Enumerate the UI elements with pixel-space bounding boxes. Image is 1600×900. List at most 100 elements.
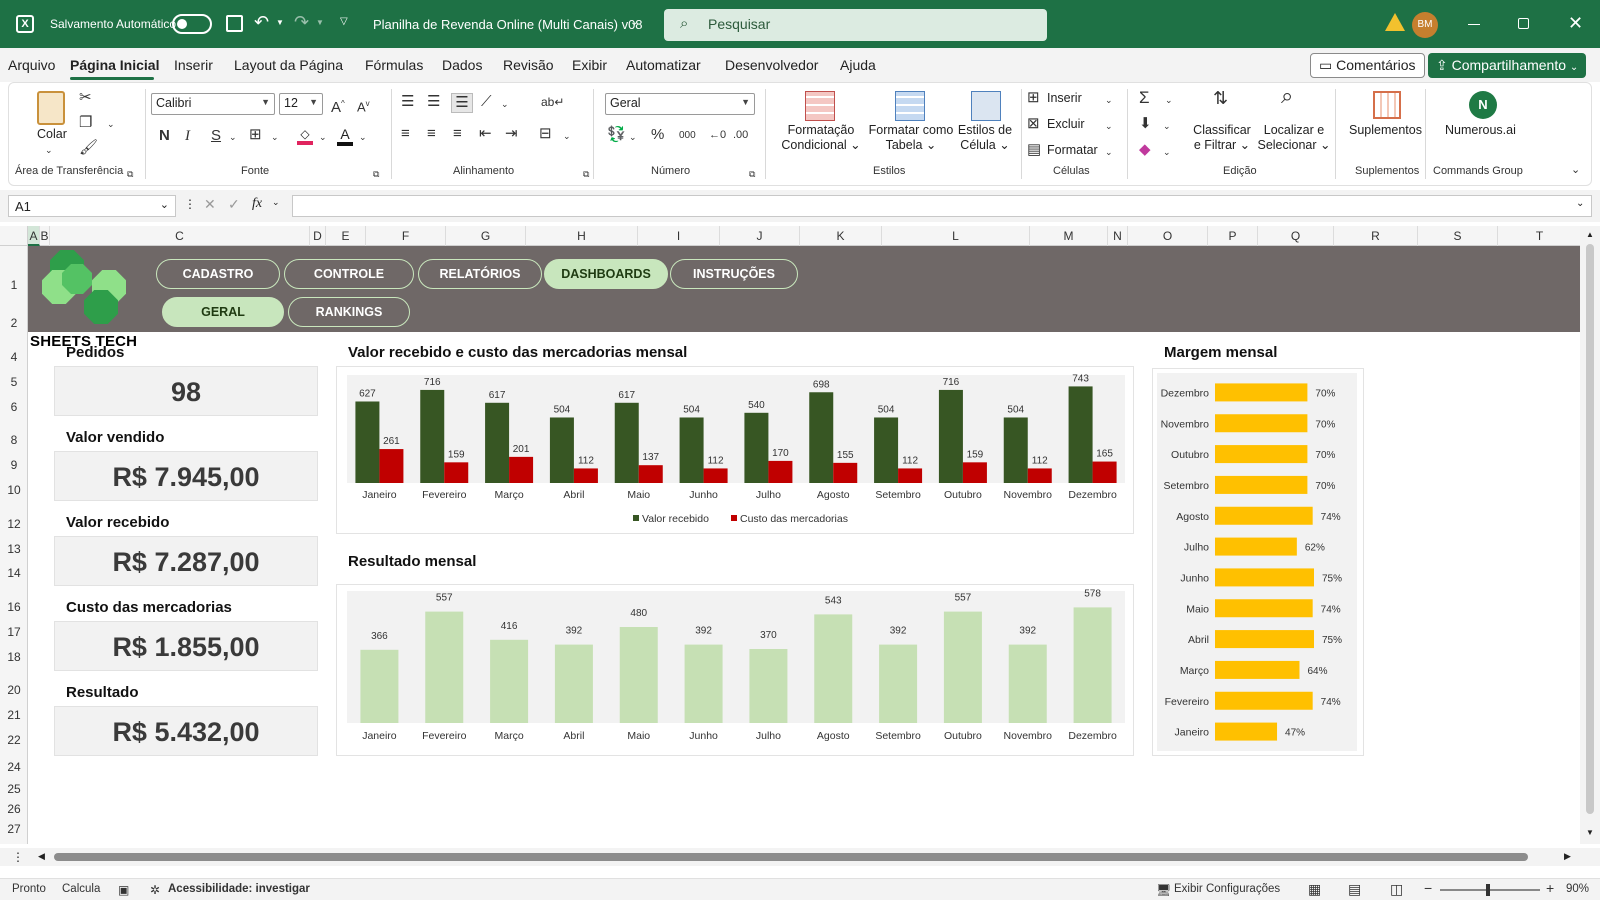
borders-icon[interactable]: ⊞ bbox=[249, 126, 262, 144]
column-header[interactable]: K bbox=[800, 226, 882, 246]
increase-decimal-icon[interactable]: ←0 bbox=[709, 126, 726, 144]
zoom-out-icon[interactable]: − bbox=[1424, 880, 1432, 896]
formula-input[interactable] bbox=[292, 195, 1592, 217]
sort-filter-icon[interactable]: ⇅ bbox=[1213, 89, 1228, 107]
column-header[interactable]: I bbox=[638, 226, 720, 246]
menu-page-layout[interactable]: Layout da Página bbox=[234, 57, 343, 73]
sheet-options-icon[interactable]: ⋮ bbox=[12, 850, 24, 864]
page-break-view-icon[interactable]: ◫ bbox=[1390, 881, 1403, 898]
undo-icon[interactable]: ↶ bbox=[254, 12, 269, 33]
copy-dropdown-icon[interactable]: ⌄ bbox=[107, 115, 115, 133]
close-icon[interactable]: ✕ bbox=[1568, 13, 1583, 34]
column-header[interactable]: D bbox=[310, 226, 326, 246]
font-launcher-icon[interactable]: ⧉ bbox=[373, 165, 379, 183]
clear-icon[interactable]: ◆ bbox=[1139, 141, 1151, 159]
macro-record-icon[interactable]: ▣ bbox=[118, 883, 129, 897]
menu-review[interactable]: Revisão bbox=[503, 57, 554, 73]
insert-cells-icon[interactable]: ⊞ bbox=[1027, 89, 1040, 107]
underline-dropdown-icon[interactable]: ⌄ bbox=[229, 128, 237, 146]
currency-icon[interactable]: 💱 bbox=[607, 126, 626, 144]
conditional-format-button[interactable]: Formatação Condicional ⌄ bbox=[775, 123, 867, 153]
ribbon-collapse-icon[interactable]: ⌄ bbox=[1571, 161, 1580, 179]
find-select-button[interactable]: Localizar e Selecionar ⌄ bbox=[1253, 123, 1335, 153]
borders-dropdown-icon[interactable]: ⌄ bbox=[271, 128, 279, 146]
column-header[interactable]: P bbox=[1208, 226, 1258, 246]
scroll-up-icon[interactable]: ▲ bbox=[1586, 230, 1594, 239]
format-as-table-icon[interactable] bbox=[895, 91, 925, 121]
increase-font-icon[interactable]: A^ bbox=[331, 95, 345, 117]
fill-icon[interactable]: ⬇ bbox=[1139, 115, 1152, 133]
column-header[interactable]: M bbox=[1030, 226, 1108, 246]
align-top-icon[interactable]: ☰ bbox=[401, 93, 414, 111]
orientation-icon[interactable]: ⟋ bbox=[481, 93, 492, 111]
row-header[interactable]: 20 bbox=[0, 683, 28, 697]
paste-icon[interactable] bbox=[37, 91, 65, 125]
accessibility-status[interactable]: Acessibilidade: investigar bbox=[168, 883, 310, 895]
orientation-dropdown-icon[interactable]: ⌄ bbox=[501, 95, 509, 113]
nav-geral-button[interactable]: GERAL bbox=[162, 297, 284, 327]
underline-button[interactable]: S bbox=[211, 127, 221, 145]
column-header[interactable]: L bbox=[882, 226, 1030, 246]
row-header[interactable]: 2 bbox=[0, 316, 28, 330]
row-header[interactable]: 9 bbox=[0, 458, 28, 472]
column-header[interactable]: Q bbox=[1258, 226, 1334, 246]
italic-button[interactable]: I bbox=[185, 127, 190, 145]
redo-dropdown-icon[interactable]: ▼ bbox=[316, 18, 324, 27]
vertical-scroll-thumb[interactable] bbox=[1586, 244, 1594, 814]
column-header[interactable]: R bbox=[1334, 226, 1418, 246]
menu-automate[interactable]: Automatizar bbox=[626, 57, 701, 73]
cancel-icon[interactable]: ✕ bbox=[204, 196, 216, 213]
restore-icon[interactable] bbox=[1518, 18, 1529, 29]
scroll-left-icon[interactable]: ◀ bbox=[38, 851, 45, 862]
cut-icon[interactable]: ✂ bbox=[79, 89, 92, 107]
find-select-icon[interactable]: ⌕ bbox=[1281, 85, 1293, 107]
vertical-scrollbar[interactable]: ▲ ▼ bbox=[1580, 226, 1600, 844]
format-cells-icon[interactable]: ▤ bbox=[1027, 141, 1041, 159]
document-title[interactable]: Planilha de Revenda Online (Multi Canais… bbox=[373, 17, 643, 32]
menu-home[interactable]: Página Inicial bbox=[70, 57, 159, 73]
row-header[interactable]: 1 bbox=[0, 278, 28, 292]
column-header[interactable]: S bbox=[1418, 226, 1498, 246]
font-color-icon[interactable]: A bbox=[337, 126, 353, 146]
menu-formulas[interactable]: Fórmulas bbox=[365, 57, 423, 73]
display-settings[interactable]: Exibir Configurações bbox=[1174, 883, 1280, 895]
align-bottom-icon[interactable]: ☰ bbox=[451, 93, 473, 113]
scroll-right-icon[interactable]: ▶ bbox=[1564, 851, 1571, 862]
column-header[interactable]: A bbox=[28, 226, 40, 246]
row-header[interactable]: 18 bbox=[0, 650, 28, 664]
clear-dropdown-icon[interactable]: ⌄ bbox=[1163, 143, 1171, 161]
column-header[interactable]: C bbox=[50, 226, 310, 246]
row-header[interactable]: 14 bbox=[0, 566, 28, 580]
row-header[interactable]: 16 bbox=[0, 600, 28, 614]
row-header[interactable]: 13 bbox=[0, 542, 28, 556]
increase-indent-icon[interactable]: ⇥ bbox=[505, 125, 518, 143]
warning-icon[interactable] bbox=[1385, 13, 1405, 31]
customize-toolbar-icon[interactable]: ▽ bbox=[340, 16, 348, 27]
nav-instrucoes-button[interactable]: INSTRUÇÕES bbox=[670, 259, 798, 289]
column-header[interactable]: H bbox=[526, 226, 638, 246]
addins-icon[interactable] bbox=[1373, 91, 1401, 119]
number-format-combo[interactable]: Geral ▼ bbox=[605, 93, 755, 115]
decrease-decimal-icon[interactable]: .00 bbox=[733, 126, 748, 144]
fill-dropdown-icon[interactable]: ⌄ bbox=[1163, 117, 1171, 135]
column-header[interactable]: T bbox=[1498, 226, 1582, 246]
addins-button[interactable]: Suplementos bbox=[1349, 123, 1422, 137]
align-center-icon[interactable]: ≡ bbox=[427, 125, 436, 143]
cell-styles-button[interactable]: Estilos de Célula ⌄ bbox=[955, 123, 1015, 153]
clipboard-launcher-icon[interactable]: ⧉ bbox=[127, 165, 133, 183]
thousands-icon[interactable]: 000 bbox=[679, 127, 696, 145]
format-painter-icon[interactable]: 🖌 bbox=[79, 139, 98, 157]
normal-view-icon[interactable]: ▦ bbox=[1308, 881, 1321, 898]
row-header[interactable]: 12 bbox=[0, 517, 28, 531]
row-header[interactable]: 17 bbox=[0, 625, 28, 639]
nav-controle-button[interactable]: CONTROLE bbox=[284, 259, 414, 289]
alignment-launcher-icon[interactable]: ⧉ bbox=[583, 165, 589, 183]
column-header[interactable]: E bbox=[326, 226, 366, 246]
more-options-icon[interactable]: ⋮ bbox=[184, 197, 196, 211]
autosum-dropdown-icon[interactable]: ⌄ bbox=[1165, 91, 1173, 109]
title-dropdown-icon[interactable]: ⌄ bbox=[630, 17, 638, 28]
row-header[interactable]: 6 bbox=[0, 400, 28, 414]
fill-color-dropdown-icon[interactable]: ⌄ bbox=[319, 128, 327, 146]
percent-icon[interactable]: % bbox=[651, 126, 664, 144]
bold-button[interactable]: N bbox=[159, 127, 170, 145]
